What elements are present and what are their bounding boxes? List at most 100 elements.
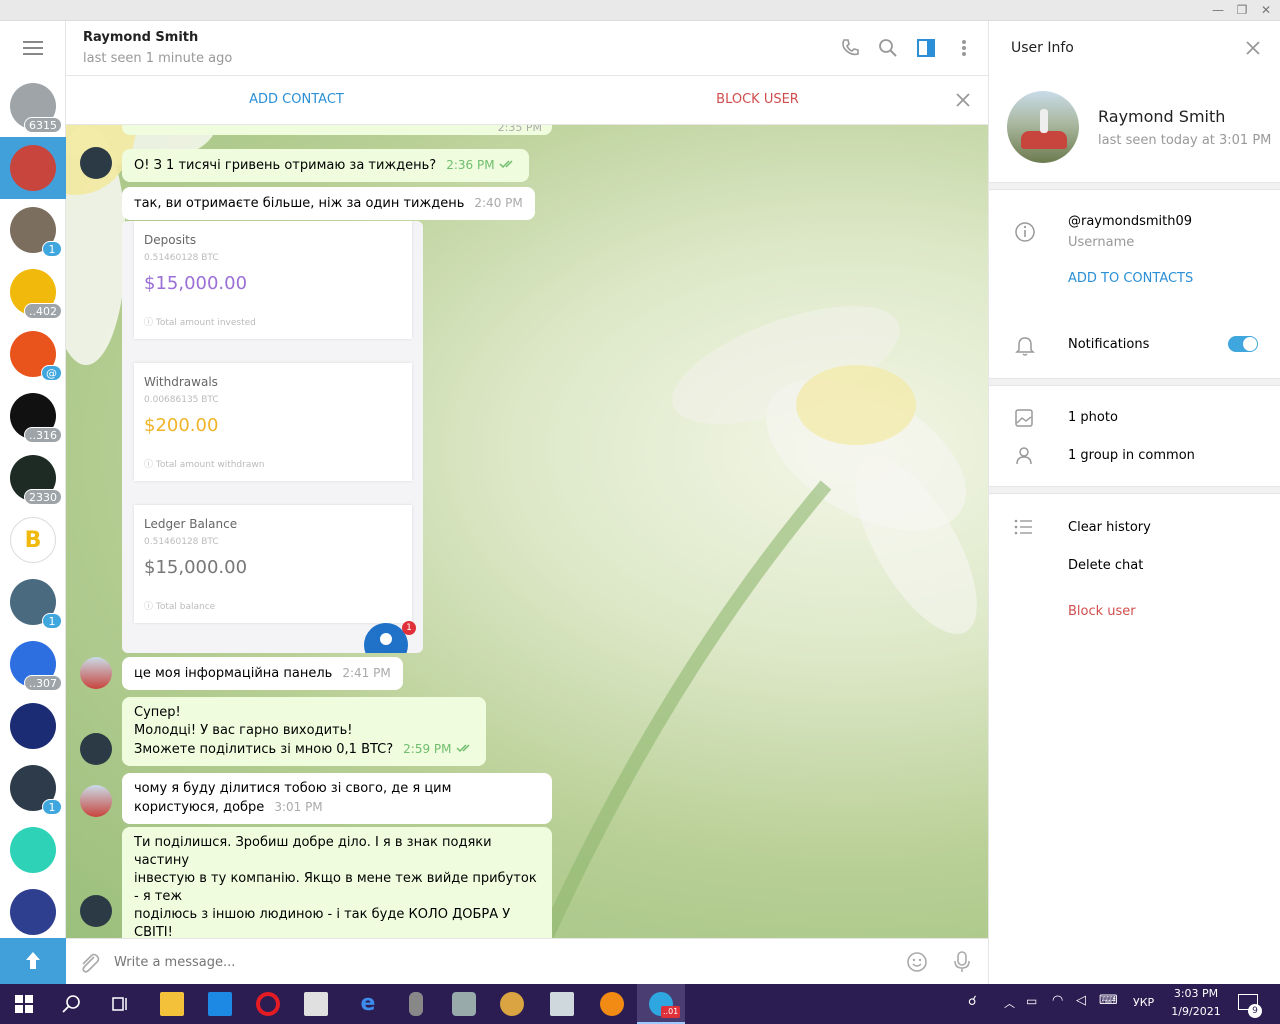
message-input[interactable] <box>114 949 894 975</box>
card-title: Withdrawals <box>144 375 218 389</box>
dashboard-image[interactable]: Deposits 0.51460128 BTC $15,000.00 ⓘ Total … <box>122 221 423 653</box>
notification-count: 9 <box>1248 1004 1262 1018</box>
section-divider <box>989 378 1280 386</box>
message-area[interactable]: 2:35 PM О! З 1 тисячі гривень отримаю за… <box>66 125 988 938</box>
paint-icon[interactable] <box>500 992 524 1016</box>
chat-avatar[interactable]: 1 <box>10 207 62 257</box>
window-titlebar: — ❐ ✕ <box>0 0 1280 21</box>
message-time: 2:35 PM <box>497 125 542 134</box>
message-bubble[interactable]: це моя інформаційна панель 2:41 PM <box>122 657 403 690</box>
task-view-icon[interactable] <box>108 992 132 1016</box>
message-bubble[interactable]: чому я буду ділитися тобою зі свого, де … <box>122 773 552 824</box>
close-panel-icon[interactable] <box>1245 40 1261 56</box>
battery-icon[interactable]: ▭ <box>1026 994 1037 1008</box>
message-bubble[interactable]: О! З 1 тисячі гривень отримаю за тиждень… <box>122 149 529 182</box>
mail-icon[interactable] <box>208 992 232 1016</box>
edge-icon[interactable]: e <box>356 992 380 1016</box>
user-info-panel: User Info Raymond Smith last seen today … <box>988 21 1280 984</box>
message-bubble[interactable]: Супер! Молодці! У вас гарно виходить! Зм… <box>122 697 486 766</box>
clock-date[interactable]: 1/9/2021 <box>1166 1005 1226 1018</box>
chat-avatar[interactable]: 1 <box>10 579 62 629</box>
unread-badge: 1 <box>42 613 62 629</box>
scroll-top-button[interactable] <box>0 938 66 984</box>
sidebar-toggle-icon[interactable] <box>916 38 936 58</box>
chat-avatar[interactable]: @ <box>10 331 62 381</box>
card-sub: 0.51460128 BTC <box>144 537 219 547</box>
chat-avatar[interactable]: 2330 <box>10 455 62 505</box>
card-value: $200.00 <box>144 415 219 436</box>
recorder-icon[interactable] <box>409 992 423 1016</box>
chat-avatar[interactable] <box>10 827 56 873</box>
microphone-icon[interactable] <box>952 950 972 974</box>
windows-taskbar: e ..01 ☌ ︿ ▭ ◠ ◁ ⌨ УКР 3:03 PM 1/9/2021 … <box>0 984 1280 1024</box>
notifications-toggle[interactable] <box>1228 336 1258 352</box>
wifi-icon[interactable]: ◠ <box>1052 993 1063 1008</box>
chat-avatar[interactable] <box>10 703 56 749</box>
profile-name: Raymond Smith <box>1098 107 1226 126</box>
message-time: 2:40 PM <box>474 196 523 210</box>
chat-title[interactable]: Raymond Smith <box>83 30 198 45</box>
block-user-button[interactable]: BLOCK USER <box>527 76 988 124</box>
message-text: Ти поділишся. Зробиш добре діло. І я в з… <box>134 835 537 938</box>
chat-avatar[interactable] <box>10 889 56 935</box>
coin-app-icon[interactable] <box>600 992 624 1016</box>
delete-chat-button[interactable]: Delete chat <box>1068 558 1143 573</box>
chat-avatar[interactable]: 6315 <box>10 83 62 133</box>
taskbar-search-icon[interactable] <box>60 992 84 1016</box>
message-composer <box>66 938 988 984</box>
telegram-taskbar-active[interactable]: ..01 <box>637 984 685 1024</box>
panel-block-user-button[interactable]: Block user <box>1068 604 1136 619</box>
username-value[interactable]: @raymondsmith09 <box>1068 214 1192 229</box>
volume-icon[interactable]: ◁ <box>1076 993 1086 1008</box>
sender-avatar[interactable] <box>80 895 112 927</box>
chat-avatar[interactable]: B <box>10 517 56 563</box>
dashboard-card: Deposits 0.51460128 BTC $15,000.00 ⓘ Total … <box>134 221 412 339</box>
chat-avatar[interactable]: 1 <box>10 765 62 815</box>
restore-button[interactable]: ❐ <box>1230 0 1254 21</box>
close-window-button[interactable]: ✕ <box>1254 0 1278 21</box>
sender-avatar[interactable] <box>80 147 112 179</box>
notifications-label: Notifications <box>1068 337 1150 352</box>
add-contact-button[interactable]: ADD CONTACT <box>66 76 527 124</box>
add-to-contacts-button[interactable]: ADD TO CONTACTS <box>1068 271 1193 286</box>
file-explorer-icon[interactable] <box>160 992 184 1016</box>
tray-chevron-icon[interactable]: ︿ <box>1004 995 1015 1011</box>
clear-history-button[interactable]: Clear history <box>1068 520 1151 535</box>
more-vertical-icon[interactable] <box>954 38 974 58</box>
sender-avatar[interactable] <box>80 785 112 817</box>
read-checkmark-icon <box>455 744 470 753</box>
chat-avatar[interactable]: ..307 <box>10 641 62 691</box>
input-language[interactable]: УКР <box>1133 996 1154 1009</box>
unread-badge: ..316 <box>24 427 62 443</box>
people-icon[interactable]: ☌ <box>968 994 977 1009</box>
card-title: Ledger Balance <box>144 517 238 531</box>
sender-avatar[interactable] <box>80 657 112 689</box>
message-bubble[interactable]: Ти поділишся. Зробиш добре діло. І я в з… <box>122 827 552 938</box>
emoji-icon[interactable] <box>906 951 928 973</box>
info-icon <box>1015 222 1035 242</box>
store-icon[interactable] <box>304 992 328 1016</box>
telegram-taskbar-badge: ..01 <box>661 1006 681 1018</box>
windows-start-icon[interactable] <box>12 992 36 1016</box>
close-icon[interactable] <box>955 92 971 108</box>
paperclip-icon[interactable] <box>78 951 100 973</box>
dashboard-card: Withdrawals 0.00686135 BTC $200.00 ⓘ Total … <box>134 363 412 481</box>
clock-time[interactable]: 3:03 PM <box>1166 987 1226 1000</box>
photos-app-icon[interactable] <box>550 992 574 1016</box>
search-icon[interactable] <box>878 38 898 58</box>
camera-icon[interactable] <box>452 992 476 1016</box>
keyboard-icon[interactable]: ⌨ <box>1099 993 1118 1008</box>
chat-avatar[interactable]: ..402 <box>10 269 62 319</box>
profile-avatar[interactable] <box>1007 91 1079 163</box>
opera-icon[interactable] <box>256 992 280 1016</box>
chat-avatar[interactable]: ..316 <box>10 393 62 443</box>
photos-link[interactable]: 1 photo <box>1068 410 1118 425</box>
chat-avatar[interactable] <box>10 145 56 191</box>
sender-avatar[interactable] <box>80 733 112 765</box>
message-bubble[interactable]: так, ви отримаєте більше, ніж за один ти… <box>122 187 535 220</box>
message-text: О! З 1 тисячі гривень отримаю за тиждень… <box>134 158 437 173</box>
menu-icon[interactable] <box>23 41 43 55</box>
phone-icon[interactable] <box>840 38 860 58</box>
groups-in-common-link[interactable]: 1 group in common <box>1068 448 1195 463</box>
minimize-button[interactable]: — <box>1206 0 1230 21</box>
